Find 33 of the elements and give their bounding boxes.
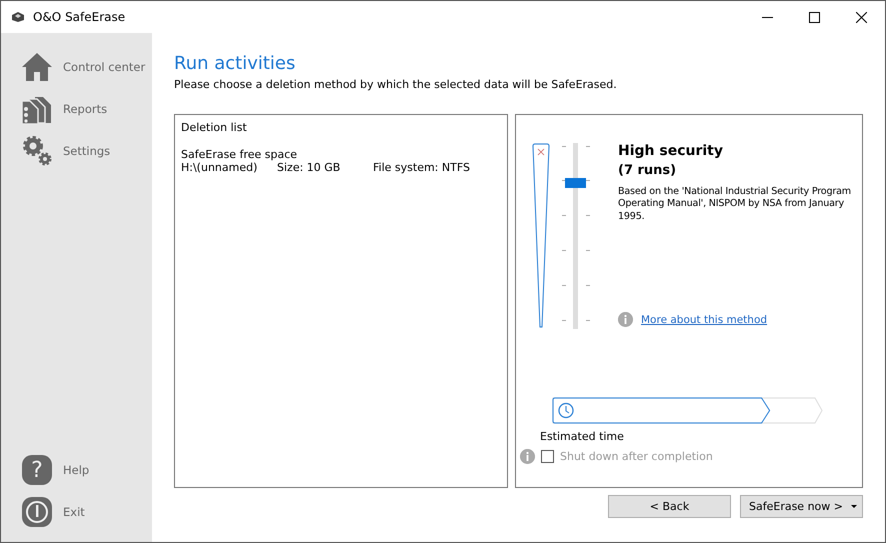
page-title: Run activities	[174, 53, 296, 74]
gears-icon	[21, 135, 53, 167]
safeerase-now-button[interactable]: SafeErase now >	[740, 495, 863, 518]
close-icon[interactable]	[856, 12, 867, 22]
method-title: High security	[618, 143, 724, 159]
sidebar-item[interactable]: Settings	[63, 144, 110, 158]
sidebar-item[interactable]: Exit	[63, 505, 85, 519]
size-label: Size: 10 GB	[277, 161, 342, 174]
clock-icon	[558, 402, 574, 418]
app-logo-icon	[11, 11, 25, 23]
security-meter-icon	[532, 143, 550, 329]
drive-label: H:\(unnamed)	[181, 161, 258, 174]
sidebar-item[interactable]: Reports	[63, 102, 108, 116]
info-icon	[618, 312, 633, 327]
sidebar-item[interactable]: Help	[63, 463, 90, 477]
help-icon: ?	[22, 455, 52, 485]
sidebar-item[interactable]: Control center	[63, 60, 146, 74]
more-info-link[interactable]: More about this method	[641, 314, 768, 326]
method-description: Based on the 'National Industrial Security Program Operating Manual', NISPOM by NSA from January 1995.	[618, 186, 852, 224]
estimated-time-label: Estimated time	[540, 430, 625, 443]
page-subtitle: Please choose a deletion method by which the selected data will be SafeErased.	[174, 78, 618, 91]
list-item-name: SafeErase free space	[181, 148, 298, 161]
power-icon	[22, 497, 52, 527]
file-system-label: File system: NTFS	[373, 161, 470, 174]
back-button[interactable]: < Back	[608, 495, 731, 518]
house-icon	[21, 52, 53, 82]
info-icon	[520, 449, 535, 464]
maximize-icon[interactable]	[809, 12, 820, 22]
panel-title: Deletion list	[181, 121, 248, 134]
window-title: O&O SafeErase	[33, 10, 126, 24]
slider-thumb[interactable]	[565, 178, 586, 188]
shutdown-label: Shut down after completion	[560, 450, 713, 463]
method-runs: (7 runs)	[618, 163, 678, 178]
